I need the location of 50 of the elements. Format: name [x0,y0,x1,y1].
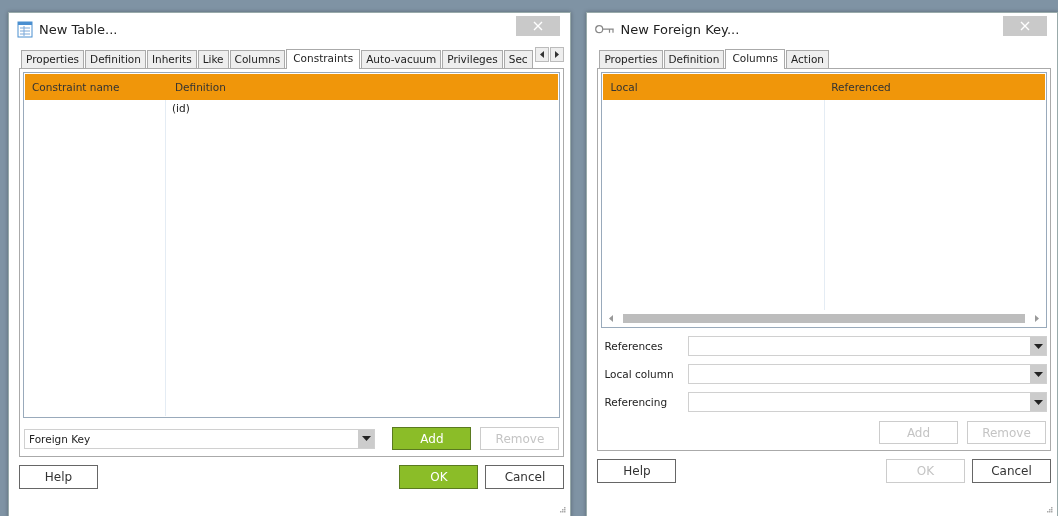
dropdown-arrow-icon [1033,399,1043,405]
resize-grip-icon [560,507,567,513]
table-icon [17,21,33,38]
dropdown-arrow-icon [361,436,371,441]
dialog-button[interactable]: Help [597,459,677,483]
dropdown-arrow-icon [1033,343,1043,349]
table-cell-text: (id) [172,102,191,116]
key-icon [595,25,615,34]
dialog-button[interactable]: Cancel [972,459,1051,483]
close-icon [1020,20,1030,31]
scroll-right-button[interactable] [550,47,565,62]
column-header[interactable]: Referenced [824,81,1045,93]
tab[interactable]: Sec [503,50,533,68]
tab[interactable]: Privileges [442,50,503,68]
field-label: Referencing [603,396,669,408]
tab[interactable]: Like [197,50,229,68]
left-arrow-icon [609,314,614,322]
dropdown-arrow-icon [1033,371,1043,377]
tab[interactable]: Constraints [286,49,361,69]
column-header[interactable]: Local [603,81,825,93]
window-title: New Table... [39,22,119,37]
field-label: References [603,340,664,352]
dropdown-field[interactable]: Foreign Key [24,428,376,449]
field-label: Local column [603,368,675,380]
dialog-button[interactable]: Help [19,465,98,489]
tab[interactable]: Action [786,50,829,68]
tab[interactable]: Columns [229,50,286,68]
close-icon [533,20,544,31]
scroll-left-button[interactable] [535,47,550,62]
close-button[interactable] [1003,15,1047,36]
right-arrow-icon [1035,314,1039,322]
close-button[interactable] [516,15,561,36]
column-header[interactable]: Definition [168,81,559,93]
tab[interactable]: Definition [663,50,725,68]
window-title: New Foreign Key... [620,22,741,37]
resize-grip-icon [1047,507,1053,513]
tab[interactable]: Columns [725,49,786,69]
dropdown-field[interactable] [688,336,1047,356]
tab[interactable]: Definition [85,50,146,68]
dropdown-field[interactable] [688,392,1047,412]
tab[interactable]: Properties [599,50,663,68]
dropdown-field[interactable] [688,364,1047,384]
dialog-button[interactable]: Cancel [485,465,565,489]
left-arrow-icon [540,51,545,58]
tab[interactable]: Inherits [146,50,197,68]
tab[interactable]: Properties [21,50,85,68]
tab[interactable]: Auto-vacuum [361,50,442,68]
right-arrow-icon [555,51,560,58]
column-header[interactable]: Constraint name [25,81,168,93]
scrollbar-thumb[interactable] [623,313,1025,323]
